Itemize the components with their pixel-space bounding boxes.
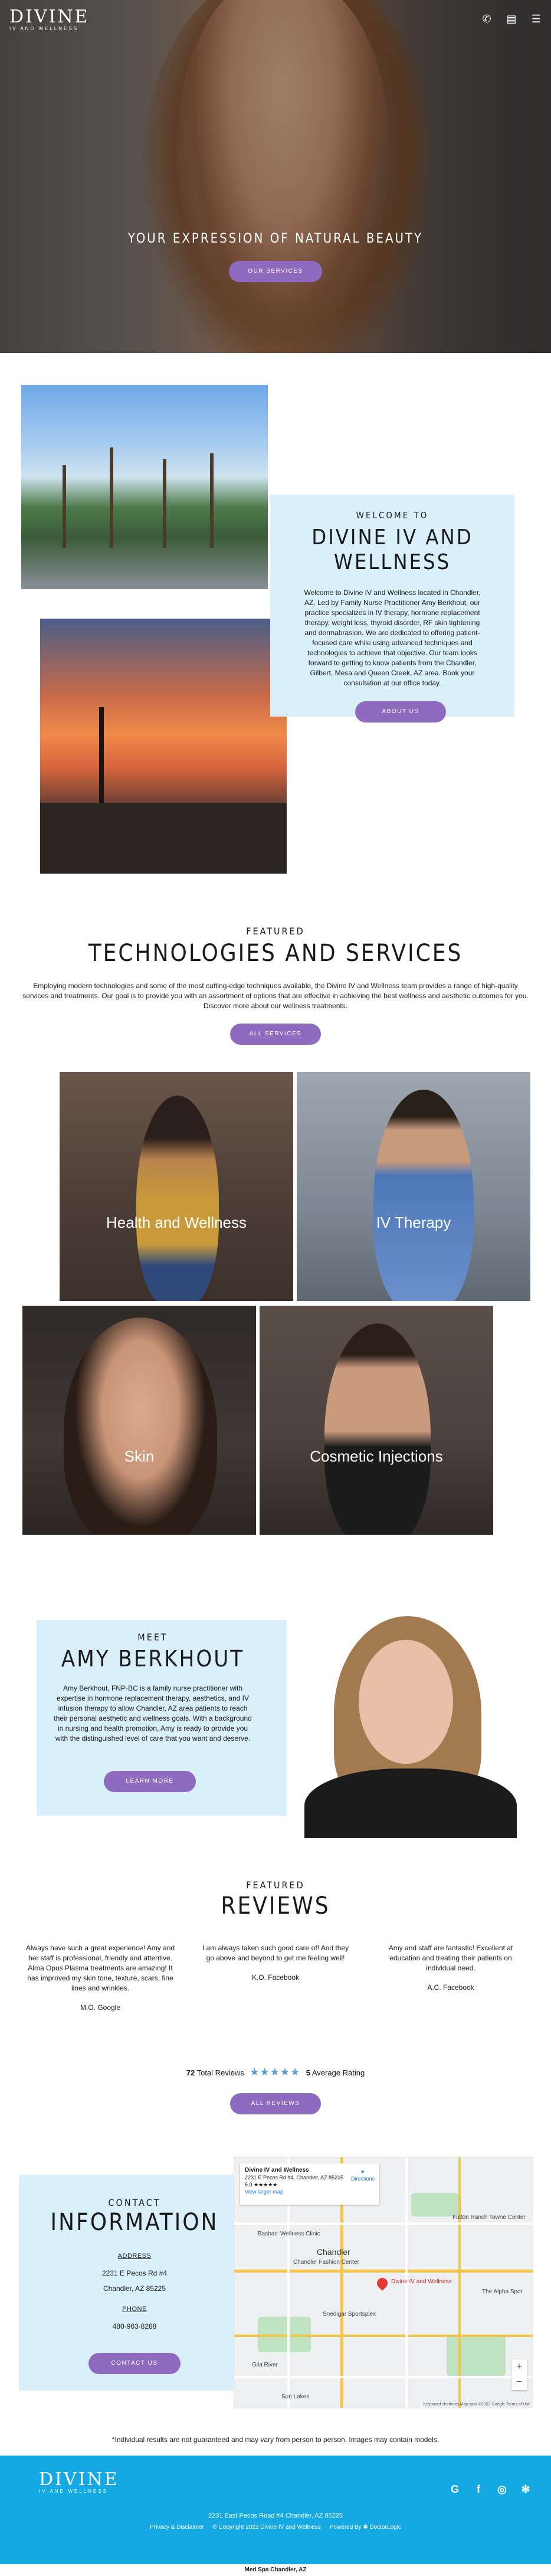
facebook-icon[interactable]: f [471, 2482, 486, 2497]
instagram-icon[interactable]: ◎ [494, 2482, 510, 2497]
address-link[interactable]: ADDRESS [19, 2253, 250, 2260]
our-services-button[interactable]: OUR SERVICES [229, 261, 322, 282]
amy-portrait [287, 1616, 530, 1838]
meet-body: Amy Berkhout, FNP-BC is a family nurse p… [54, 1684, 252, 1743]
contact-us-button[interactable]: CONTACT US [88, 2353, 181, 2374]
services-subtitle: FEATURED [246, 926, 305, 937]
welcome-body: Welcome to Divine IV and Wellness locate… [304, 589, 481, 687]
zoom-in-icon[interactable]: + [511, 2359, 527, 2375]
all-services-button[interactable]: ALL SERVICES [230, 1024, 321, 1045]
review-author: M.O. Google [80, 2003, 121, 2012]
map-pin-label: Divine IV and Wellness [391, 2278, 452, 2285]
contact-panel: CONTACT INFORMATION ADDRESS 2231 E Pecos… [19, 2175, 250, 2391]
service-tile-iv-therapy[interactable]: IV Therapy [297, 1072, 530, 1301]
review-author: K.O. Facebook [251, 1973, 300, 1982]
phone-icon[interactable]: ✆ [480, 13, 493, 25]
phone-number[interactable]: 480-903-8288 [19, 2322, 250, 2330]
map-info-card: Divine IV and Wellness 2231 E Pecos Rd #… [240, 2163, 379, 2205]
service-tile-cosmetic-injections[interactable]: Cosmetic Injections [260, 1306, 493, 1535]
privacy-disclaimer-link[interactable]: Privacy & Disclaimer [150, 2524, 204, 2531]
review-card: Always have such a great experience! Amy… [24, 1943, 177, 2013]
meet-subtitle: MEET [137, 1632, 168, 1643]
about-us-button[interactable]: ABOUT US [355, 701, 446, 723]
star-rating-icon: ★★★★★ [250, 2066, 301, 2078]
google-icon[interactable]: G [447, 2482, 463, 2497]
learn-more-button[interactable]: LEARN MORE [104, 1771, 196, 1792]
site-logo[interactable]: DIVINE IV AND WELLNESS [9, 8, 90, 32]
map-zoom-controls[interactable]: + − [511, 2359, 527, 2390]
hero-section: DIVINE IV AND WELLNESS ✆ ▤ ☰ YOUR EXPRES… [0, 0, 551, 353]
bottom-seo-note: Med Spa Chandler, AZ [244, 2567, 307, 2573]
sunset-street-photo [40, 619, 287, 874]
review-card: I am always taken such good care of! And… [199, 1943, 352, 1983]
welcome-title: DIVINE IV AND WELLNESS [311, 525, 473, 574]
phone-link[interactable]: PHONE [19, 2306, 250, 2313]
welcome-subtitle: WELCOME TO [356, 510, 429, 521]
service-tile-skin[interactable]: Skin [22, 1306, 256, 1535]
chandler-palms-photo [21, 385, 268, 589]
review-card: Amy and staff are fantastic! Excellent a… [374, 1943, 527, 1993]
footer-logo[interactable]: DIVINE IV AND WELLNESS [39, 2471, 119, 2495]
total-reviews-count: 72 [186, 2068, 195, 2077]
meet-title: AMY BERKHOUT [61, 1646, 245, 1672]
address-line1: 2231 E Pecos Rd #4 [101, 2269, 168, 2277]
doctorlogic-link[interactable]: Powered By ✱ DoctorLogic [330, 2524, 401, 2531]
social-links: G f ◎ ✻ [447, 2482, 533, 2497]
results-disclaimer: *Individual results are not guaranteed a… [111, 2436, 440, 2444]
header-icons: ✆ ▤ ☰ [480, 13, 543, 25]
zoom-out-icon[interactable]: − [511, 2375, 527, 2390]
address-line2: Chandler, AZ 85225 [103, 2284, 166, 2293]
map-city-label: Chandler [317, 2247, 350, 2257]
google-map[interactable]: Divine IV and Wellness 2231 E Pecos Rd #… [234, 2157, 533, 2408]
directions-link[interactable]: ➤ Directions [351, 2168, 375, 2182]
hero-title: YOUR EXPRESSION OF NATURAL BEAUTY [127, 231, 424, 246]
calendar-icon[interactable]: ▤ [505, 13, 518, 25]
reviews-title: REVIEWS [221, 1892, 330, 1920]
menu-icon[interactable]: ☰ [530, 13, 543, 25]
footer-address: 2231 East Pecos Road #4 Chandler, AZ 852… [208, 2512, 343, 2519]
directions-icon: ➤ [360, 2169, 365, 2175]
services-body: Employing modern technologies and some o… [22, 982, 529, 1010]
service-tile-health-wellness[interactable]: Health and Wellness [60, 1072, 293, 1301]
welcome-panel: WELCOME TO DIVINE IV AND WELLNESS Welcom… [270, 495, 514, 723]
copyright-text: © Copyright 2023 Divine IV and Wellness [212, 2524, 321, 2531]
contact-subtitle: CONTACT [108, 2197, 161, 2208]
all-reviews-button[interactable]: ALL REVIEWS [230, 2093, 321, 2114]
contact-title: INFORMATION [50, 2209, 219, 2236]
average-rating: 5 [306, 2068, 310, 2077]
rating-summary: 72 Total Reviews ★★★★★ 5 Average Rating [186, 2066, 365, 2078]
services-title: TECHNOLOGIES AND SERVICES [88, 940, 463, 967]
view-larger-map-link[interactable]: View larger map [245, 2188, 375, 2195]
review-author: A.C. Facebook [427, 1983, 474, 1992]
map-attribution: Keyboard shortcuts Map data ©2023 Google… [423, 2402, 530, 2407]
map-pin-icon[interactable] [375, 2276, 390, 2291]
site-footer: DIVINE IV AND WELLNESS G f ◎ ✻ 2231 East… [0, 2456, 551, 2564]
footer-links: Privacy & Disclaimer © Copyright 2023 Di… [0, 2524, 551, 2531]
yelp-icon[interactable]: ✻ [518, 2482, 533, 2497]
reviews-subtitle: FEATURED [246, 1879, 305, 1891]
